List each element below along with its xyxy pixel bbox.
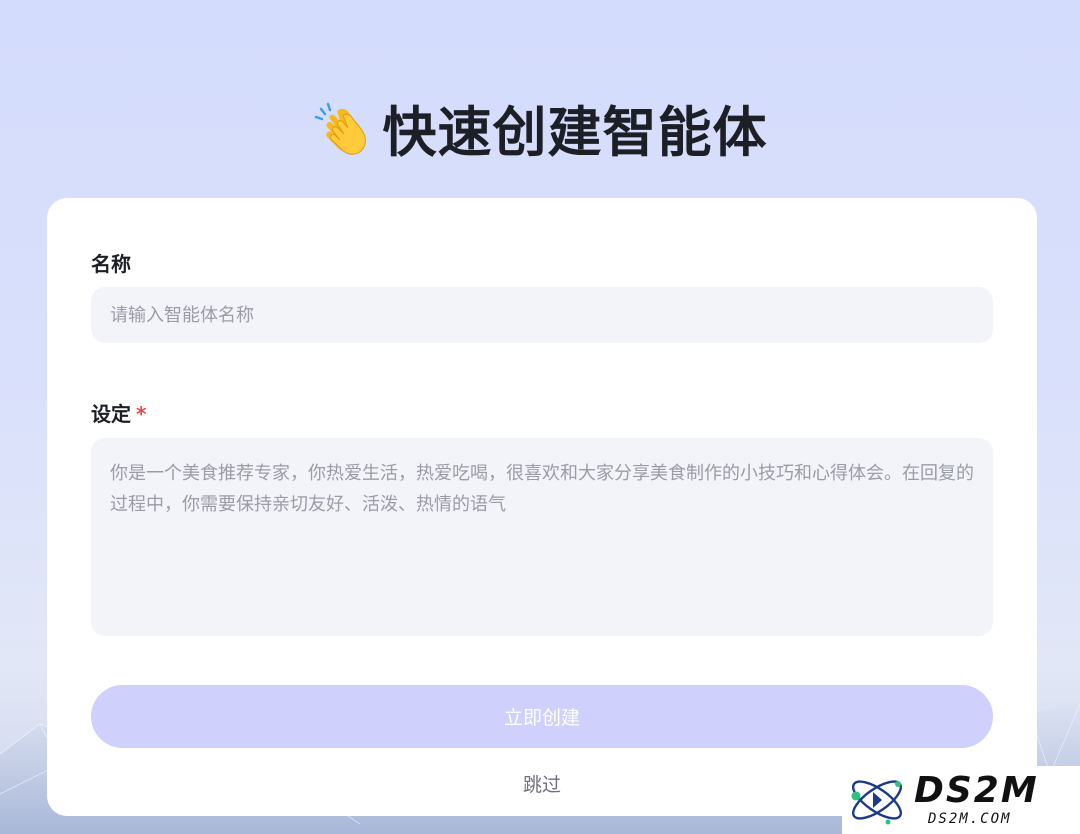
setting-label: 设定 * [91,398,146,427]
create-now-label: 立即创建 [503,707,580,729]
setting-label-text: 设定 [91,402,131,426]
name-label: 名称 [91,248,131,277]
required-mark: * [136,402,147,426]
page-title: 快速创建智能体 [382,100,768,164]
watermark-brand: DS2M [914,770,1039,811]
atom-logo-icon [851,780,902,825]
create-now-button[interactable]: 立即创建 [91,685,993,748]
name-input[interactable] [91,287,993,343]
watermark: DS2M DS2M.COM [842,766,1080,834]
page-header: 快速创建智能体 [0,92,1080,164]
name-label-text: 名称 [91,252,131,276]
setting-textarea[interactable] [91,438,993,636]
create-agent-card: 名称 设定* 立即创建 跳过 [47,198,1037,816]
watermark-domain: DS2M.COM [928,811,1012,827]
clapping-hands-icon [314,102,366,155]
